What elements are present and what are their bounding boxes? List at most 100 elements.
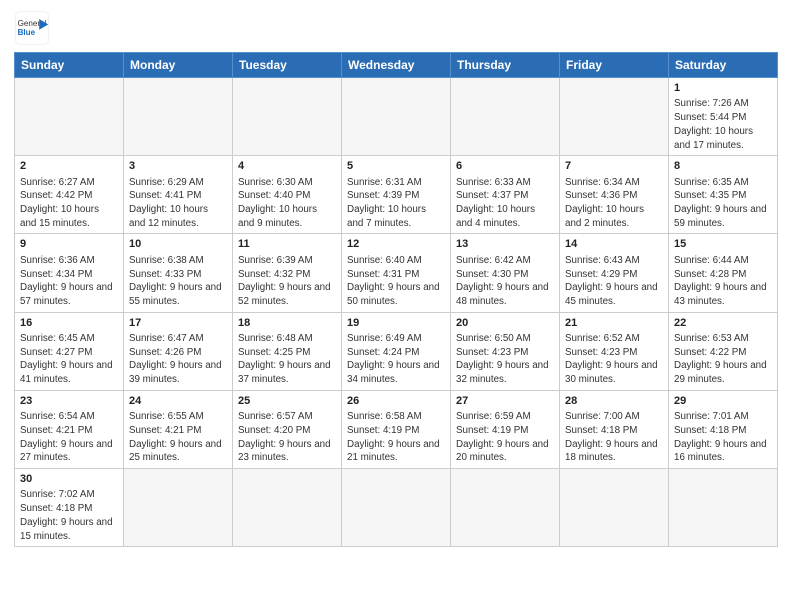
calendar-day-cell: 25Sunrise: 6:57 AM Sunset: 4:20 PM Dayli… xyxy=(233,390,342,468)
calendar-day-cell: 21Sunrise: 6:52 AM Sunset: 4:23 PM Dayli… xyxy=(560,312,669,390)
calendar-week-row: 2 Sunrise: 6:27 AM Sunset: 4:42 PM Daylig… xyxy=(15,156,778,234)
calendar-week-row: 16Sunrise: 6:45 AM Sunset: 4:27 PM Dayli… xyxy=(15,312,778,390)
header: General Blue xyxy=(14,10,778,46)
day-number: 27 xyxy=(456,394,554,409)
day-info: Sunrise: 6:35 AM Sunset: 4:35 PM Dayligh… xyxy=(674,176,772,231)
day-info: Sunrise: 6:59 AM Sunset: 4:19 PM Dayligh… xyxy=(456,410,554,465)
day-number: 11 xyxy=(238,237,336,252)
day-number: 21 xyxy=(565,316,663,331)
day-number: 24 xyxy=(129,394,227,409)
day-number: 14 xyxy=(565,237,663,252)
day-number: 7 xyxy=(565,159,663,174)
day-info: Sunrise: 6:30 AM Sunset: 4:40 PM Dayligh… xyxy=(238,176,336,231)
day-info: Sunrise: 6:57 AM Sunset: 4:20 PM Dayligh… xyxy=(238,410,336,465)
day-number: 16 xyxy=(20,316,118,331)
day-info: Sunrise: 6:58 AM Sunset: 4:19 PM Dayligh… xyxy=(347,410,445,465)
day-number: 5 xyxy=(347,159,445,174)
calendar-day-cell xyxy=(451,469,560,547)
day-info: Sunrise: 6:49 AM Sunset: 4:24 PM Dayligh… xyxy=(347,332,445,387)
day-info: Sunrise: 7:01 AM Sunset: 4:18 PM Dayligh… xyxy=(674,410,772,465)
calendar-day-cell xyxy=(560,78,669,156)
calendar-day-cell xyxy=(669,469,778,547)
day-number: 4 xyxy=(238,159,336,174)
calendar-day-cell: 18Sunrise: 6:48 AM Sunset: 4:25 PM Dayli… xyxy=(233,312,342,390)
calendar-day-cell: 14 Sunrise: 6:43 AM Sunset: 4:29 PM Dayli… xyxy=(560,234,669,312)
day-info: Sunrise: 6:34 AM Sunset: 4:36 PM Dayligh… xyxy=(565,176,663,231)
day-info: Sunrise: 6:43 AM Sunset: 4:29 PM Dayligh… xyxy=(565,254,663,309)
day-number: 9 xyxy=(20,237,118,252)
day-info: Sunrise: 6:42 AM Sunset: 4:30 PM Dayligh… xyxy=(456,254,554,309)
calendar-day-cell: 13Sunrise: 6:42 AM Sunset: 4:30 PM Dayli… xyxy=(451,234,560,312)
calendar-day-cell xyxy=(451,78,560,156)
day-info: Sunrise: 6:33 AM Sunset: 4:37 PM Dayligh… xyxy=(456,176,554,231)
day-number: 23 xyxy=(20,394,118,409)
day-number: 3 xyxy=(129,159,227,174)
day-number: 18 xyxy=(238,316,336,331)
calendar-day-cell: 7 Sunrise: 6:34 AM Sunset: 4:36 PM Daylig… xyxy=(560,156,669,234)
day-number: 2 xyxy=(20,159,118,174)
day-info: Sunrise: 6:44 AM Sunset: 4:28 PM Dayligh… xyxy=(674,254,772,309)
header-friday: Friday xyxy=(560,53,669,78)
calendar-day-cell: 10Sunrise: 6:38 AM Sunset: 4:33 PM Dayli… xyxy=(124,234,233,312)
header-saturday: Saturday xyxy=(669,53,778,78)
calendar-table: Sunday Monday Tuesday Wednesday Thursday… xyxy=(14,52,778,547)
day-number: 12 xyxy=(347,237,445,252)
calendar-day-cell: 23Sunrise: 6:54 AM Sunset: 4:21 PM Dayli… xyxy=(15,390,124,468)
calendar-day-cell: 30Sunrise: 7:02 AM Sunset: 4:18 PM Dayli… xyxy=(15,469,124,547)
calendar-day-cell: 6 Sunrise: 6:33 AM Sunset: 4:37 PM Daylig… xyxy=(451,156,560,234)
calendar-week-row: 30Sunrise: 7:02 AM Sunset: 4:18 PM Dayli… xyxy=(15,469,778,547)
calendar-day-cell xyxy=(15,78,124,156)
calendar-day-cell: 20Sunrise: 6:50 AM Sunset: 4:23 PM Dayli… xyxy=(451,312,560,390)
calendar-day-cell xyxy=(233,469,342,547)
logo: General Blue xyxy=(14,10,50,46)
calendar-day-cell xyxy=(342,78,451,156)
generalblue-logo-icon: General Blue xyxy=(14,10,50,46)
day-number: 1 xyxy=(674,81,772,96)
day-number: 29 xyxy=(674,394,772,409)
weekday-header-row: Sunday Monday Tuesday Wednesday Thursday… xyxy=(15,53,778,78)
day-number: 20 xyxy=(456,316,554,331)
day-info: Sunrise: 6:40 AM Sunset: 4:31 PM Dayligh… xyxy=(347,254,445,309)
day-number: 22 xyxy=(674,316,772,331)
day-number: 26 xyxy=(347,394,445,409)
calendar-day-cell: 27Sunrise: 6:59 AM Sunset: 4:19 PM Dayli… xyxy=(451,390,560,468)
day-info: Sunrise: 6:39 AM Sunset: 4:32 PM Dayligh… xyxy=(238,254,336,309)
calendar-day-cell: 17Sunrise: 6:47 AM Sunset: 4:26 PM Dayli… xyxy=(124,312,233,390)
header-monday: Monday xyxy=(124,53,233,78)
header-tuesday: Tuesday xyxy=(233,53,342,78)
calendar-day-cell: 8 Sunrise: 6:35 AM Sunset: 4:35 PM Daylig… xyxy=(669,156,778,234)
day-number: 6 xyxy=(456,159,554,174)
day-info: Sunrise: 6:47 AM Sunset: 4:26 PM Dayligh… xyxy=(129,332,227,387)
calendar-day-cell: 16Sunrise: 6:45 AM Sunset: 4:27 PM Dayli… xyxy=(15,312,124,390)
day-info: Sunrise: 6:31 AM Sunset: 4:39 PM Dayligh… xyxy=(347,176,445,231)
day-info: Sunrise: 6:54 AM Sunset: 4:21 PM Dayligh… xyxy=(20,410,118,465)
day-info: Sunrise: 6:45 AM Sunset: 4:27 PM Dayligh… xyxy=(20,332,118,387)
calendar-day-cell: 5 Sunrise: 6:31 AM Sunset: 4:39 PM Daylig… xyxy=(342,156,451,234)
day-info: Sunrise: 7:00 AM Sunset: 4:18 PM Dayligh… xyxy=(565,410,663,465)
day-number: 10 xyxy=(129,237,227,252)
header-wednesday: Wednesday xyxy=(342,53,451,78)
calendar-day-cell xyxy=(342,469,451,547)
calendar-day-cell: 26Sunrise: 6:58 AM Sunset: 4:19 PM Dayli… xyxy=(342,390,451,468)
day-number: 30 xyxy=(20,472,118,487)
page: General Blue Sunday Monday Tuesday Wedne… xyxy=(0,0,792,557)
calendar-day-cell: 19Sunrise: 6:49 AM Sunset: 4:24 PM Dayli… xyxy=(342,312,451,390)
day-info: Sunrise: 7:26 AM Sunset: 5:44 PM Dayligh… xyxy=(674,97,772,152)
day-info: Sunrise: 6:27 AM Sunset: 4:42 PM Dayligh… xyxy=(20,176,118,231)
header-sunday: Sunday xyxy=(15,53,124,78)
calendar-day-cell xyxy=(124,78,233,156)
calendar-day-cell: 28Sunrise: 7:00 AM Sunset: 4:18 PM Dayli… xyxy=(560,390,669,468)
svg-text:Blue: Blue xyxy=(18,28,36,37)
day-info: Sunrise: 6:52 AM Sunset: 4:23 PM Dayligh… xyxy=(565,332,663,387)
calendar-week-row: 9Sunrise: 6:36 AM Sunset: 4:34 PM Daylig… xyxy=(15,234,778,312)
day-number: 19 xyxy=(347,316,445,331)
calendar-week-row: 23Sunrise: 6:54 AM Sunset: 4:21 PM Dayli… xyxy=(15,390,778,468)
day-number: 8 xyxy=(674,159,772,174)
calendar-day-cell xyxy=(233,78,342,156)
day-info: Sunrise: 6:48 AM Sunset: 4:25 PM Dayligh… xyxy=(238,332,336,387)
calendar-day-cell: 9Sunrise: 6:36 AM Sunset: 4:34 PM Daylig… xyxy=(15,234,124,312)
calendar-day-cell: 29Sunrise: 7:01 AM Sunset: 4:18 PM Dayli… xyxy=(669,390,778,468)
header-thursday: Thursday xyxy=(451,53,560,78)
calendar-day-cell xyxy=(124,469,233,547)
calendar-body: 1Sunrise: 7:26 AM Sunset: 5:44 PM Daylig… xyxy=(15,78,778,547)
